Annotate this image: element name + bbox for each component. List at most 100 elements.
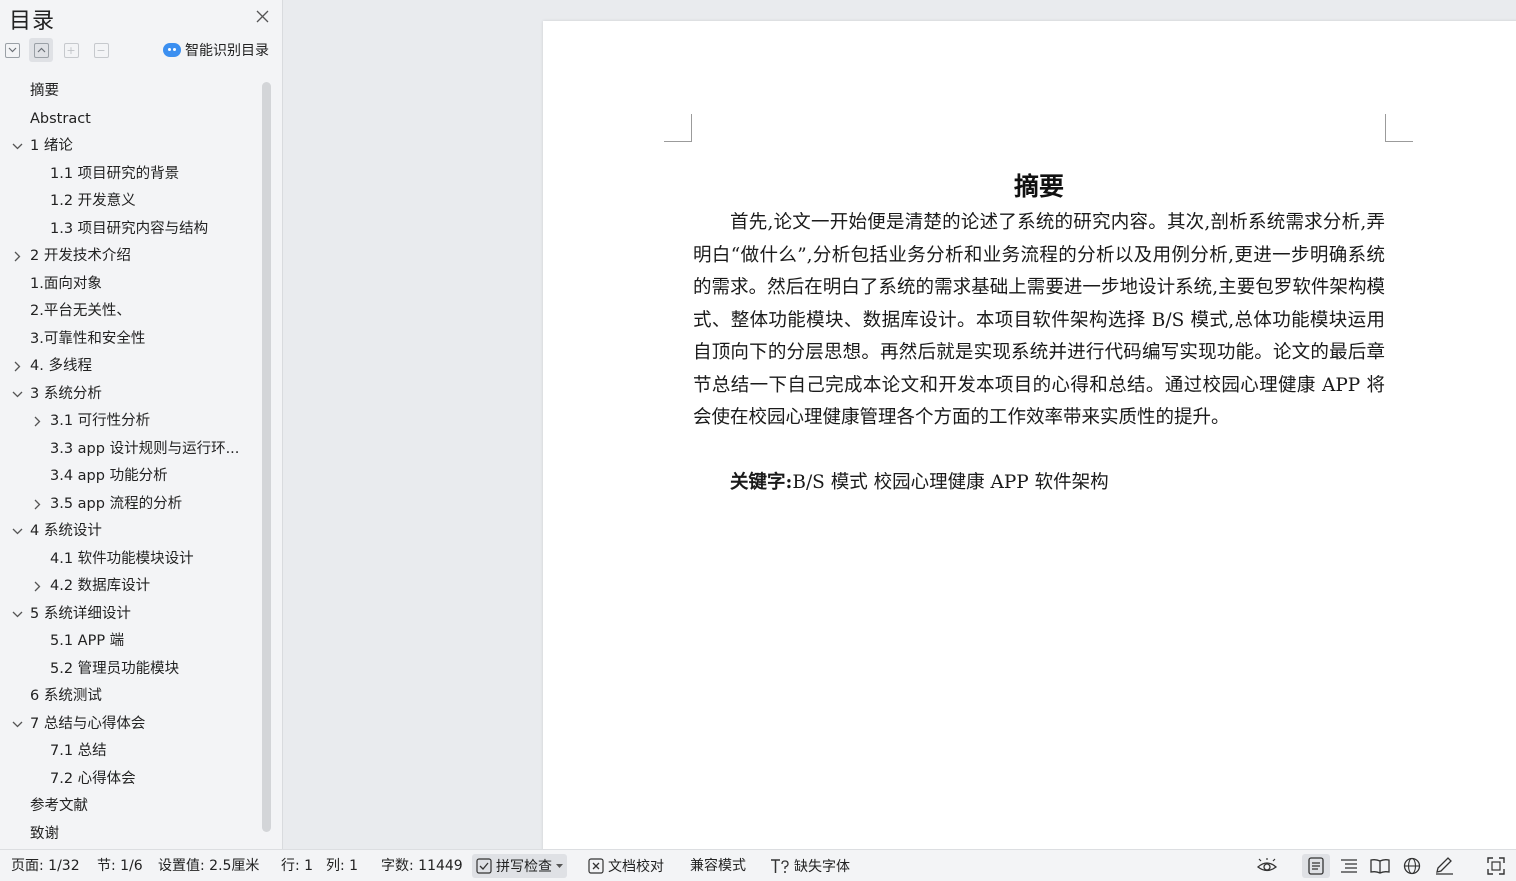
document-heading[interactable]: 摘要: [693, 167, 1385, 203]
chevron-right-icon[interactable]: [30, 491, 44, 518]
setting-value[interactable]: 设置值: 2.5厘米: [158, 850, 259, 881]
chevron-down-icon: [4, 42, 20, 58]
chevron-down-icon[interactable]: [10, 381, 24, 408]
chevron-right-icon[interactable]: [10, 243, 24, 270]
page-indicator[interactable]: 页面: 1/32: [11, 850, 80, 881]
toc-item-label: 1.面向对象: [30, 275, 102, 292]
ai-assistant-icon: [163, 43, 181, 57]
toc-item-label: 3.可靠性和安全性: [30, 330, 146, 347]
fullscreen-button[interactable]: [1484, 854, 1508, 878]
toc-item[interactable]: Abstract: [0, 106, 255, 133]
spell-check-button[interactable]: 拼写检查: [472, 854, 567, 878]
toc-item[interactable]: 3.4 app 功能分析: [0, 463, 255, 490]
row-indicator: 行: 1: [281, 858, 314, 874]
toc-item[interactable]: 4 系统设计: [0, 518, 255, 545]
toc-item-label: 致谢: [30, 825, 59, 842]
column-indicator: 列: 1: [326, 858, 359, 874]
document-page[interactable]: 摘要 首先,论文一开始便是清楚的论述了系统的研究内容。其次,剖析系统需求分析,弄…: [543, 21, 1516, 849]
outline-view-button[interactable]: [1337, 854, 1361, 878]
missing-font-button[interactable]: 缺失字体: [770, 854, 850, 878]
toc-list: 摘要 Abstract 1 绪论 1.1 项目研究的背景 1.2 开发意义 1.3 项目研…: [0, 78, 260, 848]
toc-close-button[interactable]: [252, 6, 272, 26]
toc-item[interactable]: 摘要: [0, 78, 255, 105]
eye-protection-button[interactable]: [1255, 854, 1279, 878]
smart-toc-button[interactable]: 智能识别目录: [163, 39, 269, 61]
toc-item[interactable]: 致谢: [0, 821, 255, 848]
document-paragraph[interactable]: 首先,论文一开始便是清楚的论述了系统的研究内容。其次,剖析系统需求分析,弄明白“…: [693, 207, 1385, 435]
toc-scrollbar[interactable]: [262, 82, 271, 832]
smart-toc-label: 智能识别目录: [185, 43, 269, 59]
toc-item[interactable]: 3 系统分析: [0, 381, 255, 408]
toc-item[interactable]: 1.2 开发意义: [0, 188, 255, 215]
outline-view-icon: [1341, 859, 1357, 873]
toc-item[interactable]: 1 绪论: [0, 133, 255, 160]
word-count[interactable]: 字数: 11449: [381, 850, 463, 881]
document-keywords[interactable]: 关键字:B/S 模式 校园心理健康 APP 软件架构: [693, 467, 1385, 500]
plus-icon: +: [63, 42, 79, 58]
toc-item-label: 5.2 管理员功能模块: [50, 660, 180, 677]
promote-heading-button[interactable]: +: [59, 38, 83, 62]
toc-item-label: 4.2 数据库设计: [50, 578, 151, 594]
book-icon: [1370, 859, 1390, 874]
chevron-down-icon[interactable]: [10, 518, 24, 545]
toc-item[interactable]: 1.1 项目研究的背景: [0, 161, 255, 188]
toc-item-label: 1.2 开发意义: [50, 193, 136, 209]
toc-item[interactable]: 4. 多线程: [0, 353, 255, 380]
toc-item[interactable]: 参考文献: [0, 793, 255, 820]
page-view-icon: [1308, 857, 1324, 875]
toc-item[interactable]: 3.5 app 流程的分析: [0, 491, 255, 518]
toc-item[interactable]: 5 系统详细设计: [0, 601, 255, 628]
eye-icon: [1256, 858, 1278, 872]
dropdown-arrow-icon: [556, 863, 563, 868]
spell-check-label: 拼写检查: [496, 859, 552, 875]
chevron-right-icon[interactable]: [10, 353, 24, 380]
toc-item[interactable]: 5.2 管理员功能模块: [0, 656, 255, 683]
toc-item[interactable]: 6 系统测试: [0, 683, 255, 710]
toc-item[interactable]: 7 总结与心得体会: [0, 711, 255, 738]
toc-item[interactable]: 3.可靠性和安全性: [0, 326, 255, 353]
toc-item[interactable]: 3.3 app 设计规则与运行环...: [0, 436, 255, 463]
toc-item-label: 3.3 app 设计规则与运行环...: [50, 440, 240, 457]
toc-item-label: 5 系统详细设计: [30, 605, 131, 622]
chevron-down-icon[interactable]: [10, 711, 24, 738]
minus-icon: −: [93, 42, 109, 58]
toc-item-label: 3.5 app 流程的分析: [50, 495, 183, 512]
section-indicator[interactable]: 节: 1/6: [97, 850, 143, 881]
web-view-button[interactable]: [1400, 854, 1424, 878]
toc-item-label: 6 系统测试: [30, 688, 102, 704]
chevron-down-icon[interactable]: [10, 601, 24, 628]
toc-item-label: 1 绪论: [30, 138, 73, 154]
page-corner-mark-left: [664, 114, 692, 142]
toc-item[interactable]: 3.1 可行性分析: [0, 408, 255, 435]
close-icon: [256, 10, 268, 22]
document-workspace: 摘要 首先,论文一开始便是清楚的论述了系统的研究内容。其次,剖析系统需求分析,弄…: [284, 0, 1516, 849]
collapse-all-button[interactable]: [29, 38, 53, 62]
toc-item-label: 4. 多线程: [30, 358, 92, 374]
toc-item[interactable]: 2.平台无关性、: [0, 298, 255, 325]
toc-item-label: 5.1 APP 端: [50, 633, 125, 649]
toc-item[interactable]: 4.2 数据库设计: [0, 573, 255, 600]
toc-item[interactable]: 1.面向对象: [0, 271, 255, 298]
demote-heading-button[interactable]: −: [89, 38, 113, 62]
toc-item[interactable]: 7.2 心得体会: [0, 766, 255, 793]
chevron-right-icon[interactable]: [30, 573, 44, 600]
toc-item[interactable]: 5.1 APP 端: [0, 628, 255, 655]
toc-item-label: 7 总结与心得体会: [30, 715, 146, 732]
write-mode-button[interactable]: [1432, 854, 1456, 878]
chevron-down-icon[interactable]: [10, 133, 24, 160]
toc-item-label: 3.1 可行性分析: [50, 413, 151, 429]
chevron-right-icon[interactable]: [30, 408, 44, 435]
toc-item[interactable]: 7.1 总结: [0, 738, 255, 765]
expand-all-button[interactable]: [0, 38, 24, 62]
reading-view-button[interactable]: [1368, 854, 1392, 878]
toc-title: 目录: [9, 9, 56, 34]
chevron-up-icon: [33, 42, 49, 58]
page-corner-mark-right: [1385, 114, 1413, 142]
toc-item-label: Abstract: [30, 110, 91, 127]
proofread-button[interactable]: 文档校对: [588, 854, 664, 878]
toc-item[interactable]: 2 开发技术介绍: [0, 243, 255, 270]
compatibility-mode[interactable]: 兼容模式: [690, 850, 746, 881]
toc-item[interactable]: 4.1 软件功能模块设计: [0, 546, 255, 573]
page-view-button[interactable]: [1302, 854, 1330, 878]
toc-item[interactable]: 1.3 项目研究内容与结构: [0, 216, 255, 243]
